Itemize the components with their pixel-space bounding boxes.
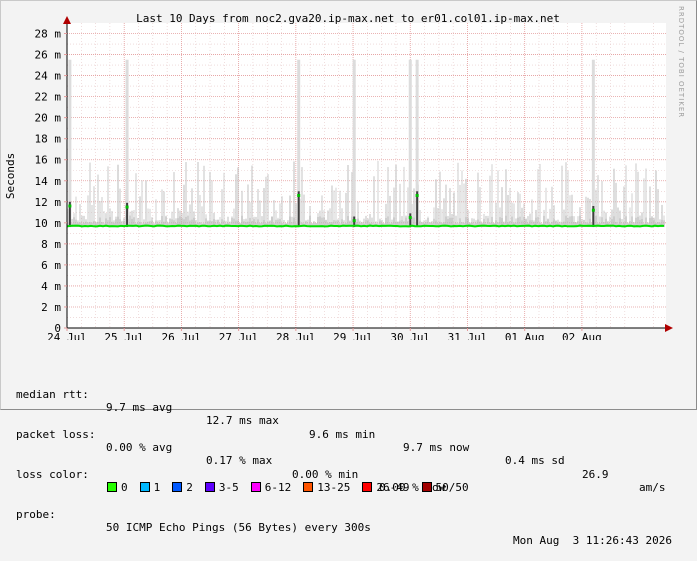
y-tick-label: 12 m [35,196,62,209]
y-tick-label: 10 m [35,217,62,230]
x-tick-label: 28 Jul [276,331,316,340]
y-tick-labels: 02 m4 m6 m8 m10 m12 m14 m16 m18 m20 m22 … [35,28,67,335]
loss-color-value: 26-49 [376,480,410,494]
loss-color-value: 13-25 [317,480,351,494]
spike-point [297,193,301,197]
probe-timestamp: Mon Aug 3 11:26:43 2026 [513,534,672,548]
loss-color-value: 0 [121,480,128,494]
median-rtt-min: 9.6 ms min [309,427,376,441]
x-tick-label: 01 Aug [505,331,545,340]
y-axis-label: Seconds [4,153,17,199]
loss-color-item: 2 [172,481,193,494]
loss-color-value: 2 [186,480,193,494]
loss-color-swatch [107,481,117,492]
y-tick-label: 2 m [41,301,61,314]
loss-color-item: 0 [107,481,128,494]
loss-color-value: 1 [153,480,161,494]
loss-color-item: 26-49 [362,480,410,494]
median-rtt-label: median rtt: [16,387,89,401]
probe-row: probe: 50 ICMP Echo Pings (56 Bytes) eve… [16,494,672,548]
spike-point [68,204,72,208]
packet-loss-max: 0.17 % max [206,454,273,468]
loss-color-item: 13-25 [303,481,350,494]
packet-loss-avg: 0.00 % avg [106,441,173,455]
y-tick-label: 18 m [35,133,62,146]
y-tick-label: 24 m [35,70,62,83]
y-tick-label: 4 m [41,280,61,293]
median-rtt-now: 9.7 ms now [403,441,470,455]
y-tick-label: 16 m [35,154,62,167]
probe-text: 50 ICMP Echo Pings (56 Bytes) every 300s [106,520,371,534]
loss-color-swatch [421,481,432,492]
loss-color-swatch [204,481,215,492]
y-tick-label: 14 m [35,175,62,188]
median-rtt-row: median rtt: 9.7 ms avg 12.7 ms max 9.6 m… [16,375,666,494]
x-tick-label: 24 Jul [47,331,87,340]
y-tick-label: 20 m [35,112,62,125]
loss-color-swatch [250,481,261,492]
spike-point [352,219,356,223]
y-tick-label: 26 m [35,49,62,62]
loss-color-value: 3-5 [218,480,239,494]
chart-title: Last 10 Days from noc2.gva20.ip-max.net … [136,12,560,25]
probe-label: probe: [16,507,56,521]
x-tick-label: 29 Jul [333,331,373,340]
y-axis-arrow [63,16,71,24]
rrdtool-watermark: RRDTOOL / TOBI OETIKER [677,6,685,119]
median-rtt-line [66,224,665,228]
median-rtt-ams-unit: am/s [639,480,666,494]
loss-color-item: 50/50 [421,480,469,494]
spike-point [408,216,412,220]
median-rtt-max: 12.7 ms max [206,414,279,428]
x-tick-labels: 24 Jul 25 Jul 26 Jul 27 Jul 28 Jul 29 Jul 30 J… [47,328,602,340]
x-tick-label: 02 Aug [562,331,602,340]
y-tick-label: 28 m [35,28,62,41]
rtt-chart: 02 m4 m6 m8 m10 m12 m14 m16 m18 m20 m22 … [4,12,673,340]
loss-color-value: 6-12 [264,480,292,494]
loss-color-item: 1 [139,480,161,494]
x-tick-label: 26 Jul [162,331,202,340]
loss-color-swatch [362,481,373,492]
plot-background [67,23,666,328]
loss-color-legend: 0 1 2 3-5 6-12 13-25 26-49 50/50 [107,481,481,494]
loss-color-swatch [303,481,314,492]
packet-loss-row: packet loss: 0.00 % avg 0.17 % max 0.00 … [16,414,445,494]
spike-point [591,208,595,212]
loss-color-swatch [172,481,183,492]
y-tick-label: 6 m [41,259,61,272]
y-tick-label: 22 m [35,91,62,104]
spike-point [415,193,419,197]
packet-loss-label: packet loss: [16,427,96,441]
median-rtt-sd: 0.4 ms sd [505,454,565,468]
loss-color-value: 50/50 [435,480,469,494]
x-tick-label: 25 Jul [104,331,144,340]
x-axis-arrow [665,324,673,332]
x-tick-label: 27 Jul [219,331,259,340]
loss-color-swatch [139,481,150,492]
x-tick-label: 31 Jul [448,331,488,340]
x-tick-label: 30 Jul [390,331,430,340]
loss-color-item: 6-12 [250,480,292,494]
y-tick-label: 8 m [41,238,61,251]
stats-legend: median rtt: 9.7 ms avg 12.7 ms max 9.6 m… [16,348,672,548]
loss-color-item: 3-5 [204,480,239,494]
median-rtt-avg: 9.7 ms avg [106,401,173,415]
median-rtt-ams-value: 26.9 [582,467,609,481]
loss-color-label: loss color: [16,467,89,481]
packet-loss-min: 0.00 % min [292,467,359,481]
spike-point [125,205,129,209]
loss-color-row: loss color: 0 1 2 3-5 6-12 13-25 26-49 50/50 [16,454,469,494]
